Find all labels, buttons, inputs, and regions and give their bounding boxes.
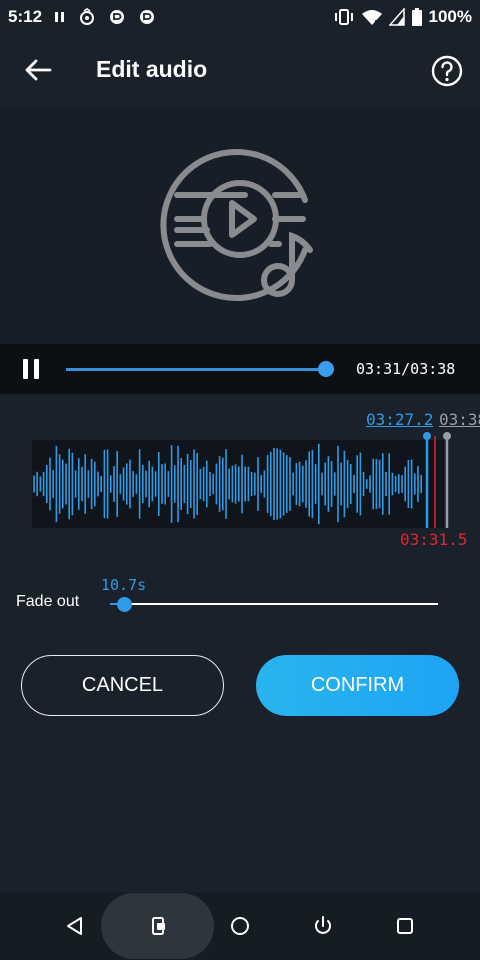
- system-nav-bar: [0, 892, 480, 960]
- pause-icon: [54, 11, 66, 23]
- player-bar: 03:31/03:38: [0, 344, 480, 394]
- rotate-screen-icon: [152, 917, 165, 935]
- home-circle-icon: [231, 917, 249, 935]
- app-notification-icon: [138, 8, 156, 26]
- pause-icon: [23, 359, 28, 379]
- signal-icon: [388, 8, 405, 26]
- status-bar: 5:12 100%: [0, 0, 480, 34]
- battery-percent: 100%: [428, 7, 472, 26]
- arrow-left-icon: [25, 59, 52, 81]
- help-button[interactable]: [430, 54, 464, 88]
- vibrate-icon: [333, 8, 355, 26]
- time-readout: 03:31/03:38: [356, 360, 456, 378]
- nav-rotate-button[interactable]: [138, 906, 178, 946]
- trim-start-handle-knob[interactable]: [423, 432, 431, 440]
- recents-square-icon: [397, 918, 413, 934]
- cancel-button[interactable]: CANCEL: [21, 655, 224, 716]
- fade-out-slider-track[interactable]: [110, 603, 438, 605]
- app-notification-icon: [108, 8, 126, 26]
- trim-end-handle-knob[interactable]: [443, 432, 451, 440]
- fade-out-slider-thumb[interactable]: [117, 597, 132, 612]
- trim-start-label[interactable]: 03:27.2: [366, 410, 433, 429]
- help-circle-icon: [431, 55, 463, 87]
- fade-out-value: 10.7s: [101, 576, 147, 594]
- back-triangle-icon: [67, 917, 82, 935]
- wifi-icon: [361, 8, 383, 26]
- battery-icon: [411, 7, 423, 27]
- music-disc-icon: [160, 149, 313, 301]
- status-time: 5:12: [8, 7, 43, 26]
- fade-out-label: Fade out: [16, 593, 80, 610]
- power-icon: [315, 916, 331, 934]
- confirm-button[interactable]: CONFIRM: [256, 655, 459, 716]
- app-bar: Edit audio: [0, 34, 480, 106]
- album-art-area: [0, 106, 480, 344]
- nav-recents-button[interactable]: [385, 906, 425, 946]
- app-notification-icon: [78, 8, 96, 26]
- waveform[interactable]: [32, 432, 451, 528]
- back-button[interactable]: [18, 52, 58, 88]
- trim-end-label[interactable]: 03:38.0: [439, 410, 480, 429]
- nav-back-button[interactable]: [55, 906, 95, 946]
- seek-track[interactable]: [66, 368, 328, 371]
- nav-power-button[interactable]: [303, 906, 343, 946]
- nav-home-button[interactable]: [220, 906, 260, 946]
- playhead-time-label: 03:31.5: [400, 530, 468, 549]
- waveform-graphic: [33, 432, 451, 528]
- page-title: Edit audio: [96, 56, 208, 82]
- pause-button[interactable]: [20, 357, 44, 381]
- seek-thumb[interactable]: [318, 361, 334, 377]
